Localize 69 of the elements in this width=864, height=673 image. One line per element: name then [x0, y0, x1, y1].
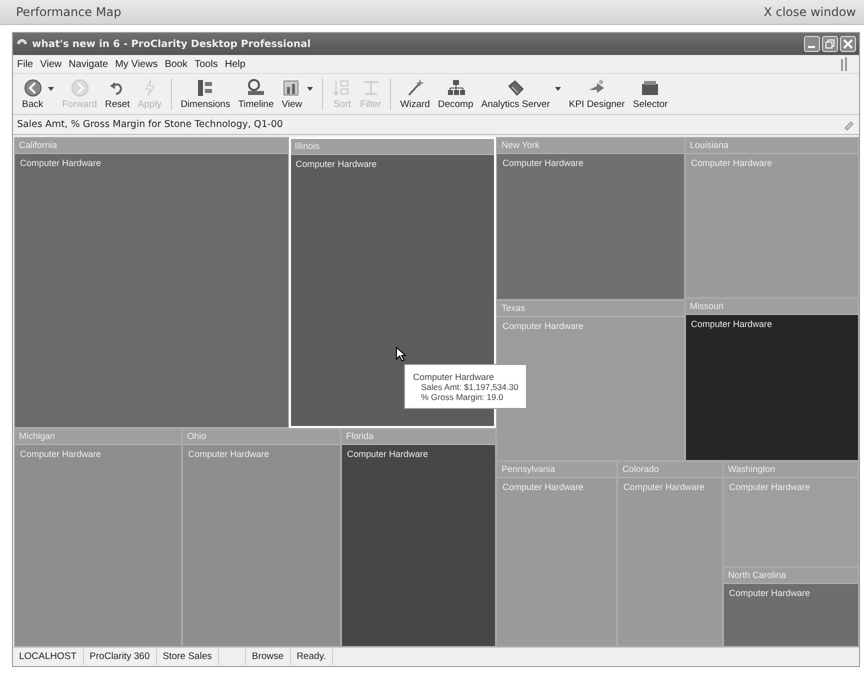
treemap-tile[interactable]: North Carolina Computer Hardware: [722, 566, 859, 647]
tile-label: Computer Hardware: [728, 482, 810, 492]
tile-header: Michigan: [15, 428, 182, 445]
tile-label: Computer Hardware: [502, 321, 584, 332]
tile-header: Colorado: [618, 462, 722, 478]
toolbar-button[interactable]: Selector: [630, 77, 671, 111]
tile-label: Computer Hardware: [502, 158, 584, 168]
treemap-tile[interactable]: Florida Computer Hardware: [341, 428, 496, 647]
toolbar-button[interactable]: View: [278, 77, 306, 111]
tile-header: Missouri: [686, 299, 858, 316]
tile-label: Computer Hardware: [502, 482, 584, 492]
status-cell: Store Sales: [156, 649, 219, 665]
dropdown-caret-icon[interactable]: [554, 87, 561, 91]
tile-label: Computer Hardware: [188, 448, 270, 459]
toolbar-button[interactable]: KPI Designer: [566, 77, 628, 111]
tile-label: Computer Hardware: [296, 159, 377, 169]
menu-item[interactable]: Help: [224, 58, 246, 70]
toolbar-button[interactable]: Timeline: [235, 77, 277, 111]
tile-label: Computer Hardware: [623, 482, 704, 492]
menu-item[interactable]: Navigate: [68, 58, 108, 70]
minimize-icon[interactable]: [804, 36, 820, 52]
view-caption: Sales Amt, % Gross Margin for Stone Technology, Q1-00: [17, 119, 283, 130]
tile-label: Computer Hardware: [20, 448, 102, 459]
toolbar-button[interactable]: Analytics Server: [478, 77, 553, 111]
treemap-tile[interactable]: California Computer Hardware: [14, 137, 289, 428]
restore-icon[interactable]: [822, 36, 838, 52]
menu-item[interactable]: Book: [164, 58, 188, 70]
menu-item[interactable]: Tools: [194, 58, 218, 70]
tile-label: Computer Hardware: [690, 158, 772, 168]
timeline-icon: [246, 78, 266, 98]
tile-header: Pennsylvania: [497, 462, 616, 478]
tile-header: Ohio: [183, 428, 340, 445]
status-cell: Browse: [246, 649, 291, 665]
status-cell: Ready.: [290, 649, 333, 665]
mouse-cursor-icon: [396, 347, 406, 362]
window-title: what's new in 6 - ProClarity Desktop Professional: [32, 38, 312, 50]
page-title: Performance Map: [16, 5, 122, 19]
tile-label: Computer Hardware: [728, 588, 810, 598]
toolbar-button[interactable]: Wizard: [397, 77, 433, 111]
tile-header: Louisiana: [686, 138, 858, 154]
forward-icon: [70, 78, 90, 98]
back-icon: [22, 78, 43, 98]
treemap-tile[interactable]: Missouri Computer Hardware: [684, 298, 859, 461]
decomposition-tree-icon: [446, 78, 466, 98]
close-icon[interactable]: [840, 36, 856, 52]
menu-item[interactable]: My Views: [115, 58, 158, 70]
dropdown-caret-icon[interactable]: [48, 87, 54, 91]
server-icon: [506, 78, 526, 98]
tile-header: California: [15, 138, 288, 154]
toolbar-button[interactable]: Dimensions: [178, 77, 234, 111]
toolbar-button[interactable]: Back: [19, 77, 46, 111]
tile-header: Illinois: [290, 139, 494, 155]
menu-item[interactable]: File: [17, 58, 34, 70]
folder-icon: [640, 78, 660, 98]
tile-header: New York: [497, 138, 684, 154]
treemap-tile[interactable]: New York Computer Hardware: [496, 137, 685, 300]
toolbar-button[interactable]: Decomp: [434, 77, 476, 111]
toolbar-button[interactable]: Reset: [102, 77, 133, 111]
status-cell: LOCALHOST: [13, 649, 84, 665]
dropdown-caret-icon[interactable]: [307, 87, 314, 91]
tile-label: Computer Hardware: [347, 448, 428, 459]
menu-item[interactable]: View: [40, 58, 62, 70]
tile-header: Florida: [342, 428, 496, 445]
tile-label: Computer Hardware: [690, 319, 772, 330]
status-cell: ProClarity 360: [84, 649, 157, 665]
tooltip-title: Computer Hardware: [413, 372, 496, 382]
tile-header: North Carolina: [724, 568, 858, 584]
tile-label: Computer Hardware: [20, 158, 102, 168]
close-window-link[interactable]: X close window: [764, 5, 856, 19]
